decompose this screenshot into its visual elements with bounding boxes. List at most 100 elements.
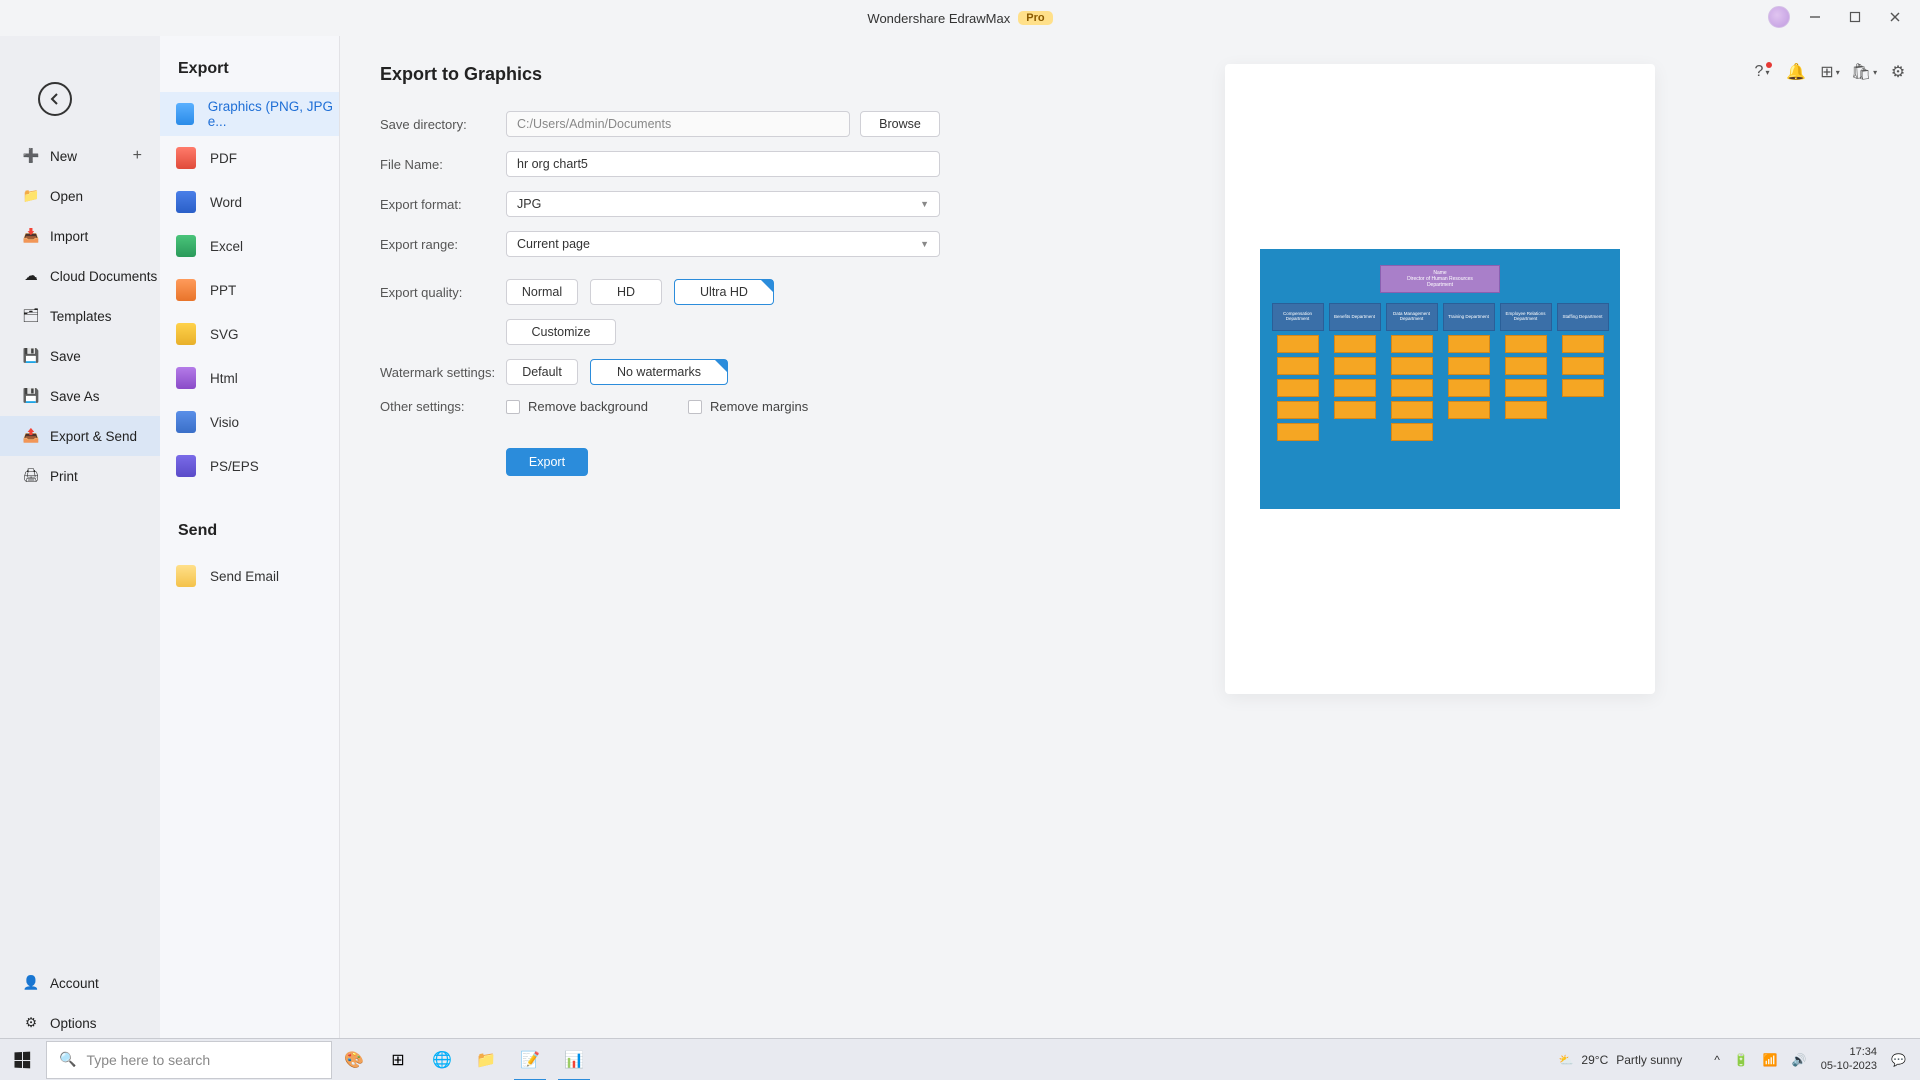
filename-input[interactable] [506,151,940,177]
close-button[interactable] [1876,4,1914,30]
maximize-button[interactable] [1836,4,1874,30]
export-pdf[interactable]: PDF [160,136,339,180]
import-icon: 📥 [22,227,40,245]
tray-volume-icon[interactable]: 🔊 [1792,1053,1807,1067]
export-visio[interactable]: Visio [160,400,339,444]
account-icon: 👤 [22,974,40,992]
export-svg[interactable]: SVG [160,312,339,356]
nav-print[interactable]: 🖨Print [0,456,160,496]
nav-label: New [50,149,77,164]
range-label: Export range: [380,237,506,252]
gear-icon: ⚙ [22,1014,40,1032]
graphics-icon [176,103,194,125]
quality-customize-button[interactable]: Customize [506,319,616,345]
taskbar-taskview-icon[interactable]: ⊞ [376,1039,420,1080]
export-item-label: PPT [210,283,236,298]
tray-chevron-icon[interactable]: ^ [1714,1053,1720,1067]
watermark-default-button[interactable]: Default [506,359,578,385]
quality-normal-button[interactable]: Normal [506,279,578,305]
taskbar-edrawmax-icon[interactable]: 📊 [552,1039,596,1080]
nav-open[interactable]: 📁Open [0,176,160,216]
export-heading: Export [160,60,339,78]
export-excel[interactable]: Excel [160,224,339,268]
bell-icon[interactable]: 🔔 [1788,64,1804,80]
export-item-label: Excel [210,239,243,254]
clock-time: 17:34 [1821,1046,1877,1059]
pro-badge: Pro [1018,11,1052,25]
format-label: Export format: [380,197,506,212]
dept-node: Benefits Department [1329,303,1381,331]
taskbar-explorer-icon[interactable]: 📁 [464,1039,508,1080]
ppt-icon [176,279,196,301]
pdf-icon [176,147,196,169]
start-button[interactable] [0,1039,44,1080]
nav-label: Templates [50,309,112,324]
export-item-label: Send Email [210,569,279,584]
export-type-list: Export Graphics (PNG, JPG e... PDF Word … [160,36,340,1053]
taskbar-edge-icon[interactable]: 🌐 [420,1039,464,1080]
plus-icon[interactable]: + [133,147,142,165]
preview-card: Name Director of Human Resources Departm… [1225,64,1655,694]
svg-icon [176,323,196,345]
dept-node: Employee Relations Department [1500,303,1552,331]
send-email[interactable]: Send Email [160,554,339,598]
save-dir-input[interactable] [506,111,850,137]
range-select[interactable]: Current page▼ [506,231,940,257]
format-select[interactable]: JPG▼ [506,191,940,217]
form-heading: Export to Graphics [380,64,940,85]
taskbar-clock[interactable]: 17:34 05-10-2023 [1821,1046,1877,1072]
taskbar-word-icon[interactable]: 📝 [508,1039,552,1080]
weather-icon: ⛅ [1558,1053,1573,1067]
export-graphics[interactable]: Graphics (PNG, JPG e... [160,92,339,136]
remove-margins-checkbox[interactable]: Remove margins [688,399,808,414]
nav-import[interactable]: 📥Import [0,216,160,256]
weather-temp: 29°C [1581,1053,1608,1067]
cart-icon[interactable]: 🛍▾ [1856,64,1872,80]
grid-icon[interactable]: ⊞▾ [1822,64,1838,80]
export-html[interactable]: Html [160,356,339,400]
titlebar: Wondershare EdrawMax Pro [0,0,1920,36]
format-value: JPG [517,197,541,211]
nav-label: Open [50,189,83,204]
nav-saveas[interactable]: 💾 Save As [0,376,160,416]
nav-account[interactable]: 👤Account [0,963,160,1003]
search-placeholder: Type here to search [86,1052,210,1068]
weather-widget[interactable]: ⛅ 29°C Partly sunny [1558,1053,1682,1067]
quality-hd-button[interactable]: HD [590,279,662,305]
export-button[interactable]: Export [506,448,588,476]
help-icon[interactable]: ?▾ [1754,64,1770,80]
nav-cloud[interactable]: ☁Cloud Documents [0,256,160,296]
export-ppt[interactable]: PPT [160,268,339,312]
export-item-label: PS/EPS [210,459,259,474]
tray-battery-icon[interactable]: 🔋 [1734,1053,1749,1067]
checkbox-label: Remove background [528,399,648,414]
export-item-label: Html [210,371,238,386]
back-button[interactable] [38,82,72,116]
taskbar-news-icon[interactable]: 🎨 [332,1039,376,1080]
quality-ultrahd-button[interactable]: Ultra HD [674,279,774,305]
tray-wifi-icon[interactable]: 📶 [1763,1053,1778,1067]
browse-button[interactable]: Browse [860,111,940,137]
nav-templates[interactable]: 🗂Templates [0,296,160,336]
minimize-button[interactable] [1796,4,1834,30]
range-value: Current page [517,237,590,251]
saveas-icon: 💾 [22,387,40,405]
cloud-icon: ☁ [22,267,40,285]
export-pseps[interactable]: PS/EPS [160,444,339,488]
nav-export-send[interactable]: 📤Export & Send [0,416,160,456]
nav-new[interactable]: ➕ New + [0,136,160,176]
weather-desc: Partly sunny [1616,1053,1682,1067]
remove-bg-checkbox[interactable]: Remove background [506,399,648,414]
watermark-label: Watermark settings: [380,365,506,380]
excel-icon [176,235,196,257]
nav-label: Save As [50,389,100,404]
new-icon: ➕ [22,147,40,165]
taskbar-search[interactable]: 🔍Type here to search [46,1041,332,1079]
settings-icon[interactable]: ⚙ [1890,64,1906,80]
watermark-none-button[interactable]: No watermarks [590,359,728,385]
export-word[interactable]: Word [160,180,339,224]
tray-notification-icon[interactable]: 💬 [1891,1053,1906,1067]
avatar[interactable] [1768,6,1790,28]
nav-options[interactable]: ⚙Options [0,1003,160,1043]
nav-save[interactable]: 💾Save [0,336,160,376]
